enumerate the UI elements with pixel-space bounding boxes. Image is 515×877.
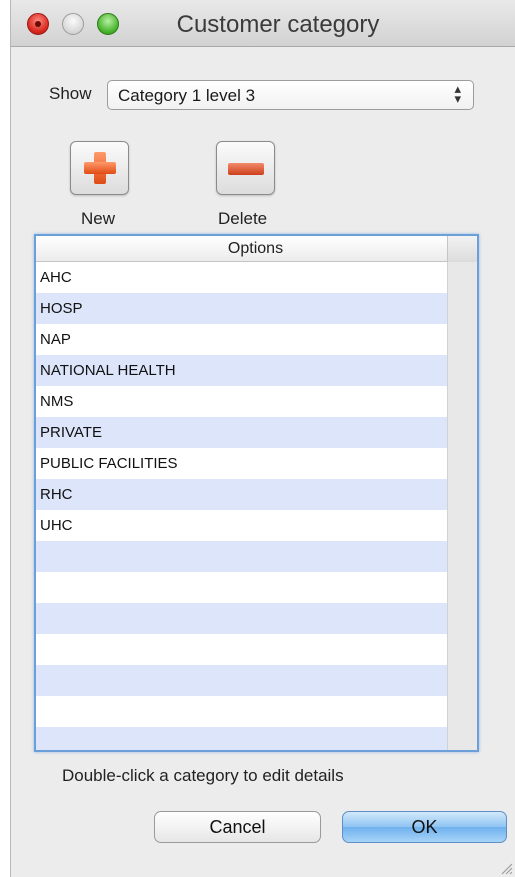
- table-row[interactable]: [36, 696, 447, 727]
- table-row[interactable]: RHC: [36, 479, 447, 510]
- resize-grip-icon[interactable]: [499, 861, 513, 875]
- table-row[interactable]: UHC: [36, 510, 447, 541]
- table-row[interactable]: [36, 634, 447, 665]
- table-row[interactable]: [36, 665, 447, 696]
- table-row[interactable]: [36, 541, 447, 572]
- new-button[interactable]: [70, 141, 129, 195]
- hint-text: Double-click a category to edit details: [62, 766, 344, 785]
- cancel-button[interactable]: Cancel: [154, 811, 321, 843]
- delete-button[interactable]: [216, 141, 275, 195]
- table-row[interactable]: NATIONAL HEALTH: [36, 355, 447, 386]
- options-list[interactable]: AHC HOSP NAP NATIONAL HEALTH NMS PRIVATE PUBLI…: [36, 262, 447, 750]
- updown-arrows-icon: ▴ ▾: [454, 81, 461, 106]
- delete-label: Delete: [218, 209, 268, 228]
- options-column-header[interactable]: Options: [36, 240, 475, 258]
- new-label: New: [81, 209, 116, 228]
- table-row[interactable]: PUBLIC FACILITIES: [36, 448, 447, 479]
- show-selected-value: Category 1 level 3: [118, 86, 256, 105]
- table-row[interactable]: [36, 603, 447, 634]
- options-table[interactable]: Options AHC HOSP NAP NATIONAL HEALTH NMS PRIV…: [34, 234, 479, 752]
- vertical-scrollbar[interactable]: [447, 262, 477, 750]
- window-title: Customer category: [176, 11, 380, 38]
- table-row[interactable]: NMS: [36, 386, 447, 417]
- table-row[interactable]: [36, 572, 447, 603]
- table-row[interactable]: PRIVATE: [36, 417, 447, 448]
- ok-button[interactable]: OK: [342, 811, 507, 843]
- show-label: Show: [49, 84, 92, 103]
- table-row[interactable]: AHC: [36, 262, 447, 293]
- header-corner: [447, 236, 477, 262]
- customer-category-window: Customer category Show Category 1 level …: [10, 0, 515, 877]
- table-row[interactable]: [36, 727, 447, 750]
- show-category-select[interactable]: Category 1 level 3 ▴ ▾: [107, 80, 474, 110]
- table-row[interactable]: HOSP: [36, 293, 447, 324]
- table-row[interactable]: NAP: [36, 324, 447, 355]
- title-bar[interactable]: Customer category: [11, 0, 515, 47]
- minus-icon: [228, 163, 264, 175]
- table-header[interactable]: Options: [36, 236, 477, 262]
